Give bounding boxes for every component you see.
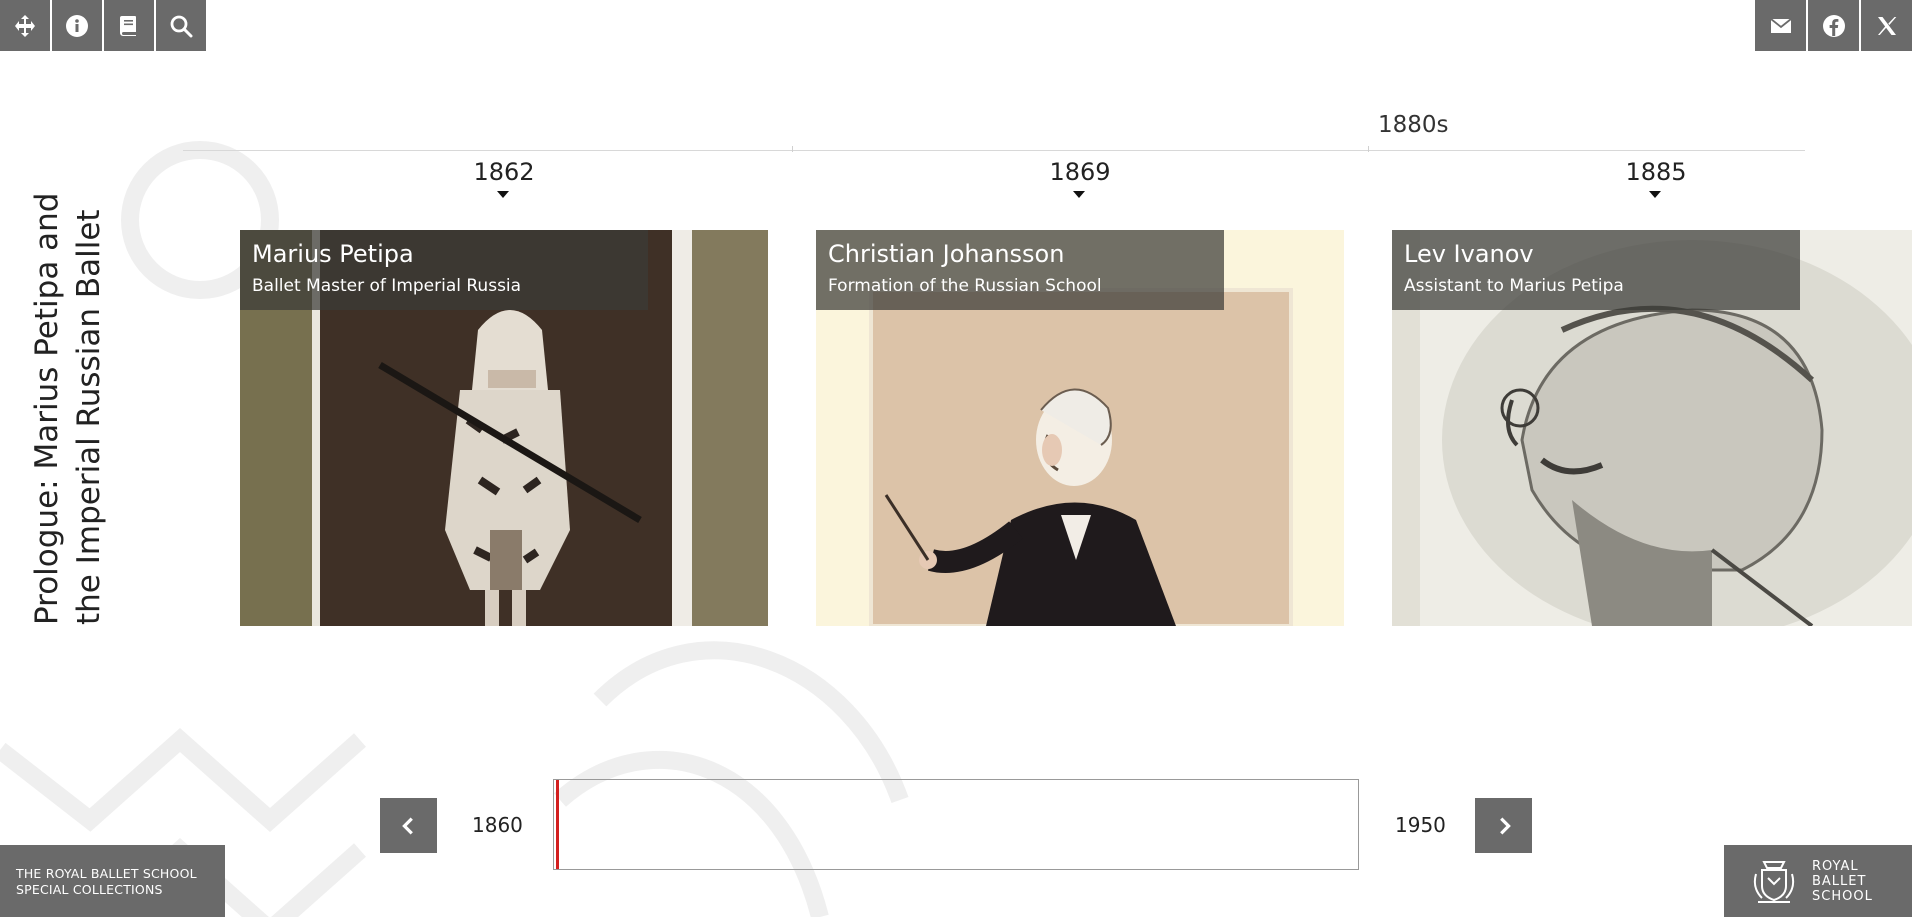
move-button[interactable] [0, 0, 50, 51]
range-start-year: 1860 [472, 813, 523, 837]
email-share-button[interactable] [1755, 0, 1806, 51]
crest-icon [1753, 861, 1795, 903]
toolbar-right [1755, 0, 1912, 51]
entry-year: 1869 [1049, 158, 1111, 186]
logo-line-3: SCHOOL [1812, 888, 1873, 904]
x-twitter-icon [1877, 16, 1896, 35]
facebook-share-button[interactable] [1808, 0, 1859, 51]
decade-label: 1880s [1378, 112, 1449, 138]
book-icon [120, 15, 136, 36]
section-title-line-1: Prologue: Marius Petipa and [29, 192, 65, 626]
section-title: Prologue: Marius Petipa and the Imperial… [26, 165, 116, 626]
entry-title: Marius Petipa [252, 240, 414, 268]
move-icon [15, 14, 35, 37]
info-button[interactable] [52, 0, 102, 51]
search-icon [170, 15, 193, 37]
entry-title: Lev Ivanov [1404, 240, 1534, 268]
email-icon [1769, 17, 1792, 33]
entry-year: 1862 [473, 158, 535, 186]
facebook-icon [1822, 14, 1845, 37]
logo-line-2: BALLET [1812, 873, 1867, 889]
search-button[interactable] [156, 0, 206, 51]
logo-line-1: ROYAL [1812, 858, 1859, 874]
entry-card-christian-johansson[interactable]: Christian Johansson Formation of the Rus… [816, 230, 1344, 626]
chevron-right-icon [1499, 817, 1511, 834]
book-button[interactable] [104, 0, 154, 51]
range-end-year: 1950 [1395, 813, 1446, 837]
caret-down-icon [1649, 191, 1661, 198]
toolbar-left [0, 0, 206, 51]
collection-line-2: SPECIAL COLLECTIONS [16, 882, 163, 897]
decade-axis-tick [792, 146, 793, 152]
entry-caption: Marius Petipa Ballet Master of Imperial … [240, 230, 648, 310]
caret-down-icon [1073, 191, 1085, 198]
royal-ballet-school-logo[interactable]: ROYAL BALLET SCHOOL [1724, 845, 1912, 917]
entry-title: Christian Johansson [828, 240, 1065, 268]
entry-caption: Lev Ivanov Assistant to Marius Petipa [1392, 230, 1800, 310]
entry-subtitle: Formation of the Russian School [828, 276, 1102, 296]
timeline-position-marker[interactable] [556, 780, 559, 869]
section-title-line-2: the Imperial Russian Ballet [71, 209, 107, 625]
collection-line-1: THE ROYAL BALLET SCHOOL [16, 866, 197, 881]
decade-axis-line [183, 150, 1805, 151]
x-share-button[interactable] [1861, 0, 1912, 51]
entry-year: 1885 [1625, 158, 1687, 186]
timeline-scrubber[interactable] [553, 779, 1359, 870]
chevron-left-icon [401, 817, 413, 834]
logo-wordmark: ROYAL BALLET SCHOOL [1812, 859, 1873, 904]
next-button[interactable] [1475, 798, 1532, 853]
entry-subtitle: Ballet Master of Imperial Russia [252, 276, 522, 296]
caret-down-icon [497, 191, 509, 198]
entry-subtitle: Assistant to Marius Petipa [1404, 276, 1624, 296]
entry-card-marius-petipa[interactable]: Marius Petipa Ballet Master of Imperial … [240, 230, 768, 626]
collection-badge[interactable]: THE ROYAL BALLET SCHOOL SPECIAL COLLECTI… [0, 845, 225, 917]
entry-card-lev-ivanov[interactable]: Lev Ivanov Assistant to Marius Petipa [1392, 230, 1912, 626]
previous-button[interactable] [380, 798, 437, 853]
entry-caption: Christian Johansson Formation of the Rus… [816, 230, 1224, 310]
info-icon [66, 14, 88, 37]
decade-axis-tick [1368, 146, 1369, 152]
